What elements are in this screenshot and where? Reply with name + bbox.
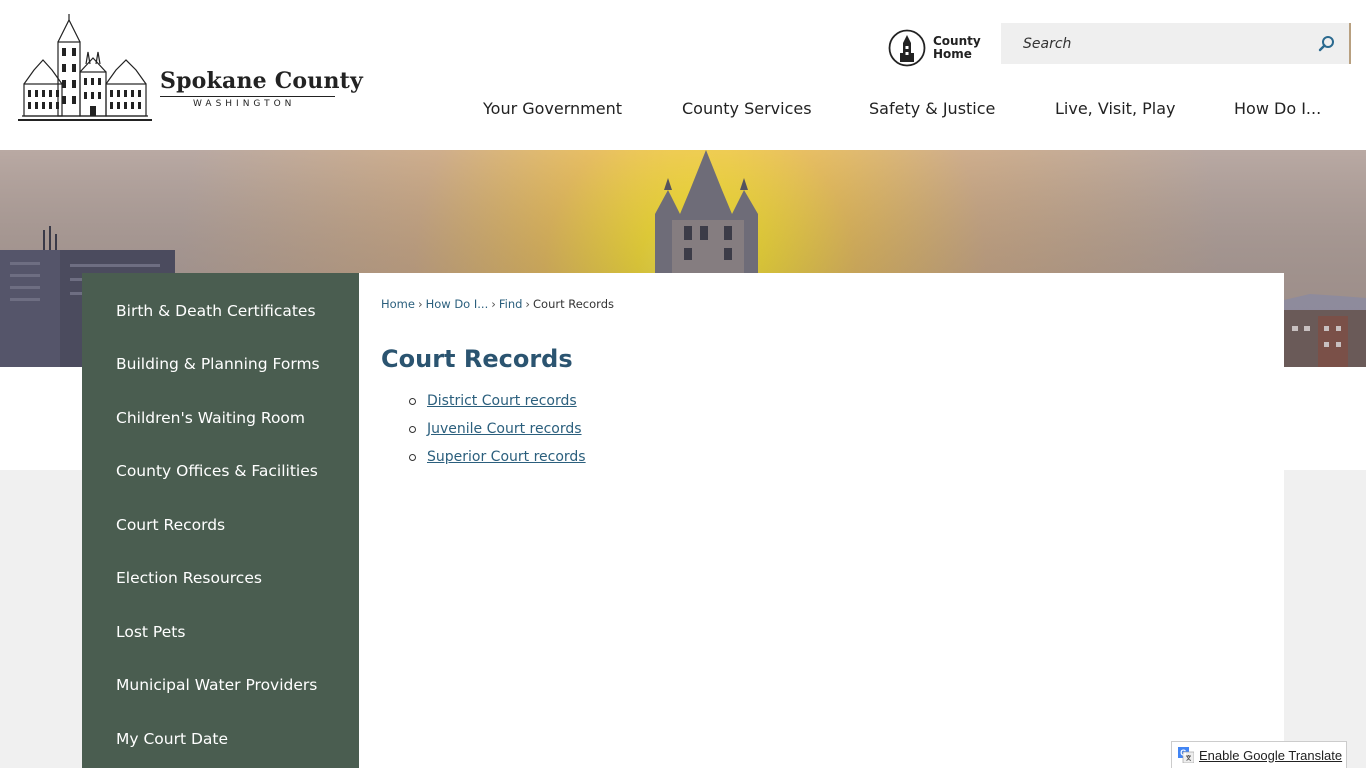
- breadcrumb-separator: ›: [491, 297, 496, 311]
- sidebar-item-county-offices-facilities[interactable]: County Offices & Facilities: [116, 462, 318, 480]
- list-item: Juvenile Court records: [409, 421, 586, 449]
- breadcrumb-separator: ›: [525, 297, 531, 311]
- page: Spokane County WASHINGTON County Home Se…: [0, 0, 1366, 768]
- district-court-records-link[interactable]: District Court records: [427, 393, 577, 409]
- sidebar-item-election-resources[interactable]: Election Resources: [116, 569, 262, 587]
- breadcrumb-find[interactable]: Find: [499, 297, 523, 311]
- breadcrumb-how-do-i[interactable]: How Do I...: [426, 297, 489, 311]
- sidebar-item-childrens-waiting-room[interactable]: Children's Waiting Room: [116, 409, 305, 427]
- google-translate-icon: G: [1178, 747, 1194, 763]
- google-translate-label: Enable Google Translate: [1199, 747, 1343, 763]
- nav-county-services[interactable]: County Services: [682, 99, 812, 118]
- sidebar-item-court-records[interactable]: Court Records: [116, 516, 225, 534]
- svg-text:G: G: [1180, 749, 1186, 758]
- courthouse-icon: [18, 14, 152, 121]
- google-translate-button[interactable]: G Enable Google Translate: [1171, 741, 1347, 768]
- spokane-county-logo[interactable]: Spokane County WASHINGTON: [16, 12, 363, 127]
- county-home-line2: Home: [933, 47, 972, 61]
- page-title: Court Records: [381, 345, 573, 373]
- logo-wordmark: Spokane County: [160, 68, 364, 94]
- sidebar-item-birth-death-certificates[interactable]: Birth & Death Certificates: [116, 302, 316, 320]
- logo-subtitle: WASHINGTON: [193, 99, 296, 109]
- logo-rule: [160, 96, 335, 97]
- search-input[interactable]: [1001, 23, 1301, 64]
- breadcrumb: Home › How Do I... › Find › Court Records: [381, 297, 614, 311]
- court-records-list: District Court records Juvenile Court re…: [409, 393, 586, 477]
- main-content: Home › How Do I... › Find › Court Records Cour…: [359, 273, 1284, 768]
- site-header: Spokane County WASHINGTON County Home Se…: [0, 0, 1366, 150]
- search-icon[interactable]: [1317, 34, 1337, 54]
- breadcrumb-current: Court Records: [533, 297, 614, 311]
- sidebar-nav: Birth & Death Certificates Building & Pl…: [82, 273, 359, 768]
- list-item: District Court records: [409, 393, 586, 421]
- sidebar-item-municipal-water-providers[interactable]: Municipal Water Providers: [116, 676, 317, 694]
- courthouse-tower-icon: [888, 29, 926, 67]
- county-home-link[interactable]: County Home: [888, 28, 988, 68]
- county-home-label: County Home: [933, 35, 981, 61]
- nav-live-visit-play[interactable]: Live, Visit, Play: [1055, 99, 1175, 118]
- nav-safety-justice[interactable]: Safety & Justice: [869, 99, 995, 118]
- search-box: [1001, 23, 1351, 64]
- superior-court-records-link[interactable]: Superior Court records: [427, 449, 586, 465]
- sidebar-item-building-planning-forms[interactable]: Building & Planning Forms: [116, 355, 320, 373]
- breadcrumb-separator: ›: [417, 297, 423, 311]
- nav-your-government[interactable]: Your Government: [483, 99, 622, 118]
- list-item: Superior Court records: [409, 449, 586, 477]
- juvenile-court-records-link[interactable]: Juvenile Court records: [427, 421, 582, 437]
- sidebar-item-lost-pets[interactable]: Lost Pets: [116, 623, 185, 641]
- sidebar-item-my-court-date[interactable]: My Court Date: [116, 730, 228, 748]
- nav-how-do-i[interactable]: How Do I...: [1234, 99, 1321, 118]
- breadcrumb-home[interactable]: Home: [381, 297, 415, 311]
